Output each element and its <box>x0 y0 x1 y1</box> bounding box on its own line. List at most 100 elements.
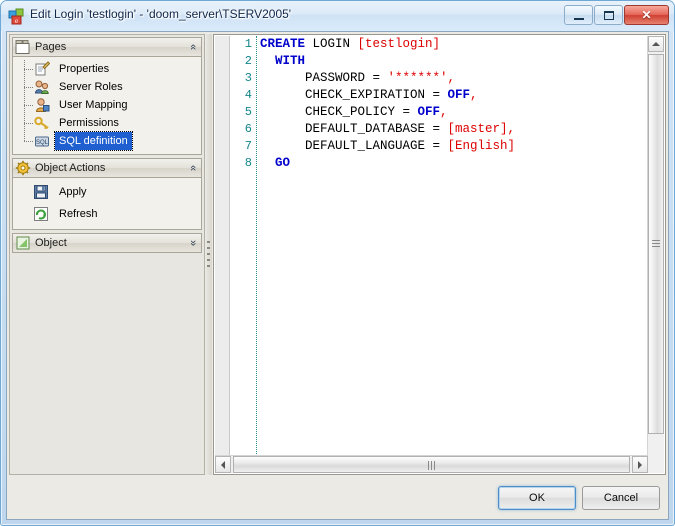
dialog-body: Pages « Properties Server Roles User Map… <box>7 32 668 477</box>
save-floppy-icon <box>33 184 49 200</box>
sidebar-item-sql-definition[interactable]: SQL SQL definition <box>15 131 199 151</box>
dialog-footer: OK Cancel <box>7 477 668 519</box>
sidebar-item-server-roles[interactable]: Server Roles <box>15 78 199 96</box>
dialog-client: Pages « Properties Server Roles User Map… <box>6 31 669 520</box>
editor-margin-strip <box>215 36 230 456</box>
editor-code-area[interactable]: 1 2 3 4 5 6 7 8 CREATE LOGIN [testlogin]… <box>230 36 648 456</box>
minimize-button[interactable] <box>564 5 593 25</box>
panel-pages: Pages « Properties Server Roles User Map… <box>12 37 202 155</box>
scroll-thumb-grip <box>652 240 660 248</box>
code-line: DEFAULT_LANGUAGE = [English] <box>260 138 648 155</box>
panel-object: Object » <box>12 233 202 253</box>
code-token: DEFAULT_DATABASE = <box>260 122 448 136</box>
close-button[interactable]: ✕ <box>624 5 669 25</box>
code-token: [English] <box>447 139 516 153</box>
key-icon <box>34 115 50 131</box>
code-token: , <box>447 71 456 85</box>
refresh-label: Refresh <box>59 208 98 220</box>
scroll-left-button[interactable] <box>215 456 231 473</box>
code-line: CHECK_EXPIRATION = OFF, <box>260 87 648 104</box>
tree-stub <box>24 69 33 70</box>
code-line: CREATE LOGIN [testlogin] <box>260 36 648 53</box>
title-bar[interactable]: e Edit Login 'testlogin' - 'doom_server\… <box>1 1 674 31</box>
code-token: [master] <box>447 122 508 136</box>
sql-editor[interactable]: 1 2 3 4 5 6 7 8 CREATE LOGIN [testlogin]… <box>213 34 666 475</box>
code-line: DEFAULT_DATABASE = [master], <box>260 121 648 138</box>
sidebar-item-label: Properties <box>59 63 110 75</box>
scroll-up-button[interactable] <box>648 36 664 52</box>
maximize-icon <box>603 11 614 20</box>
splitter-grip <box>207 240 210 269</box>
line-number: 5 <box>244 105 252 119</box>
panel-object-header[interactable]: Object » <box>12 233 202 253</box>
panel-object-actions: Object Actions « Apply Refresh <box>12 158 202 230</box>
scroll-right-button[interactable] <box>632 456 648 473</box>
svg-text:SQL: SQL <box>36 140 49 146</box>
line-number: 7 <box>244 139 252 153</box>
code-line: CHECK_POLICY = OFF, <box>260 104 648 121</box>
svg-text:e: e <box>15 17 18 25</box>
line-number: 2 <box>244 54 252 68</box>
tree-stub <box>24 123 33 124</box>
caret-up-icon <box>652 42 660 46</box>
code-token: OFF <box>447 88 471 102</box>
code-token: GO <box>275 156 291 170</box>
horizontal-scroll-thumb[interactable] <box>233 456 630 473</box>
cancel-button[interactable]: Cancel <box>582 486 660 510</box>
sql-code-text[interactable]: CREATE LOGIN [testlogin] WITH PASSWORD =… <box>260 36 648 456</box>
code-token: DEFAULT_LANGUAGE = <box>260 139 448 153</box>
properties-icon <box>34 61 51 77</box>
code-token: , <box>440 105 448 119</box>
chevron-up-icon[interactable]: « <box>186 44 200 50</box>
panel-pages-header[interactable]: Pages « <box>12 37 202 57</box>
code-line: WITH <box>260 53 648 70</box>
sidebar-item-label: Permissions <box>59 117 119 129</box>
code-token: WITH <box>275 54 306 68</box>
line-number: 8 <box>244 156 252 170</box>
window-title: Edit Login 'testlogin' - 'doom_server\TS… <box>30 7 292 21</box>
scroll-thumb-grip <box>427 460 437 470</box>
tree-stub <box>24 105 33 106</box>
panel-pages-body: Properties Server Roles User Mapping Per… <box>12 57 202 155</box>
panel-object-title: Object <box>35 237 67 249</box>
sidebar-item-label: SQL definition <box>54 131 133 151</box>
line-number-gutter: 1 2 3 4 5 6 7 8 <box>230 36 257 456</box>
code-token: , <box>470 88 478 102</box>
ok-button[interactable]: OK <box>498 486 576 510</box>
code-token: , <box>507 122 516 136</box>
scrollbar-corner <box>648 456 664 473</box>
code-token: OFF <box>417 105 441 119</box>
code-token: [testlogin] <box>357 37 441 51</box>
panel-object-actions-header[interactable]: Object Actions « <box>12 158 202 178</box>
sql-definition-icon: SQL <box>34 133 50 149</box>
pane-splitter[interactable] <box>206 34 212 475</box>
caret-right-icon <box>638 460 642 469</box>
sidebar-item-user-mapping[interactable]: User Mapping <box>15 96 199 114</box>
line-number: 1 <box>244 37 252 51</box>
user-mapping-icon <box>34 97 50 113</box>
panel-object-actions-body: Apply Refresh <box>12 178 202 230</box>
code-token: CREATE <box>260 37 306 51</box>
sidebar-item-label: User Mapping <box>59 99 128 111</box>
maximize-button[interactable] <box>594 5 623 25</box>
sidebar-item-properties[interactable]: Properties <box>15 60 199 78</box>
code-token: '******' <box>387 71 448 85</box>
dialog-window: e Edit Login 'testlogin' - 'doom_server\… <box>0 0 675 526</box>
code-line: PASSWORD = '******', <box>260 70 648 87</box>
apply-label: Apply <box>59 186 87 198</box>
sidebar-item-permissions[interactable]: Permissions <box>15 114 199 132</box>
vertical-scroll-thumb[interactable] <box>648 54 664 434</box>
editor-vertical-scrollbar[interactable] <box>647 36 664 456</box>
pages-folder-icon <box>15 39 31 55</box>
chevron-down-icon[interactable]: » <box>186 240 200 246</box>
code-token: PASSWORD = <box>260 71 388 85</box>
chevron-up-icon[interactable]: « <box>186 165 200 171</box>
refresh-button[interactable]: Refresh <box>15 203 199 225</box>
editor-horizontal-scrollbar[interactable] <box>215 455 648 473</box>
close-icon: ✕ <box>641 8 652 22</box>
window-controls: ✕ <box>563 5 669 26</box>
apply-button[interactable]: Apply <box>15 181 199 203</box>
sidebar: Pages « Properties Server Roles User Map… <box>9 34 205 475</box>
